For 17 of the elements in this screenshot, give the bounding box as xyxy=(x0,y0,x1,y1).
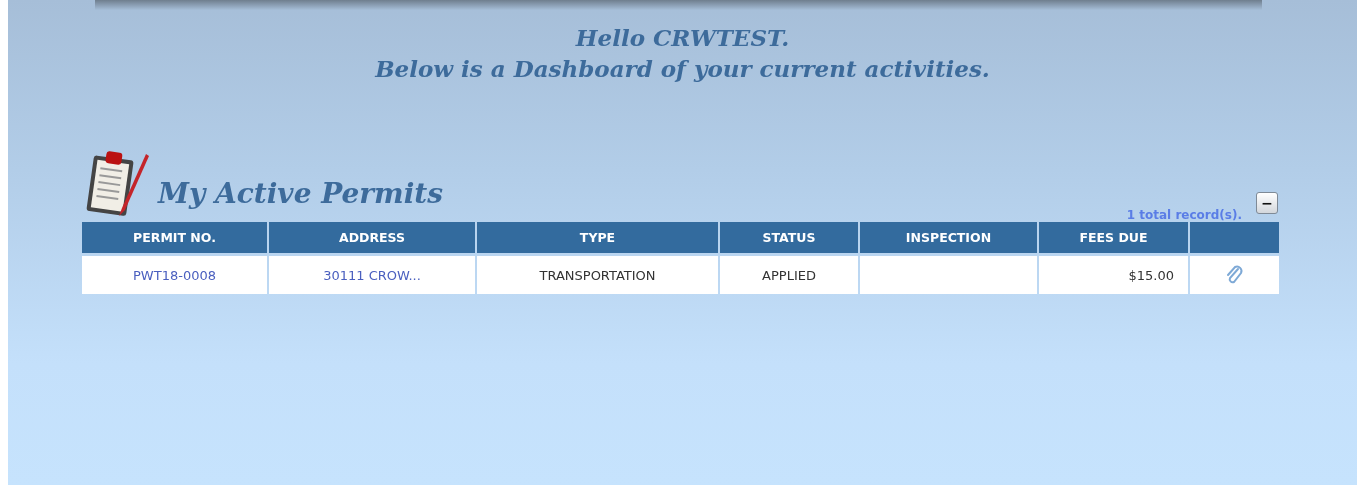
table-cell: $15.00 xyxy=(1039,256,1188,294)
section-title: My Active Permits xyxy=(158,177,444,210)
table-cell: APPLIED xyxy=(720,256,858,294)
column-header: ADDRESS xyxy=(269,222,475,253)
column-header: TYPE xyxy=(477,222,718,253)
table-cell: TRANSPORTATION xyxy=(477,256,718,294)
column-header: PERMIT NO. xyxy=(82,222,267,253)
address-link[interactable]: 30111 CROW... xyxy=(323,267,421,283)
column-header: FEES DUE xyxy=(1039,222,1188,253)
column-header: STATUS xyxy=(720,222,858,253)
greeting-text: Below is a Dashboard of your current activities. xyxy=(375,55,990,82)
column-header: INSPECTION xyxy=(860,222,1037,253)
record-count: 1 total record(s). xyxy=(1126,208,1242,222)
paperclip-icon[interactable] xyxy=(1224,264,1245,286)
permit-link[interactable]: PWT18-0008 xyxy=(133,267,216,283)
collapse-button[interactable]: − xyxy=(1256,192,1278,214)
greeting-text: Hello CRWTEST. xyxy=(575,24,790,51)
